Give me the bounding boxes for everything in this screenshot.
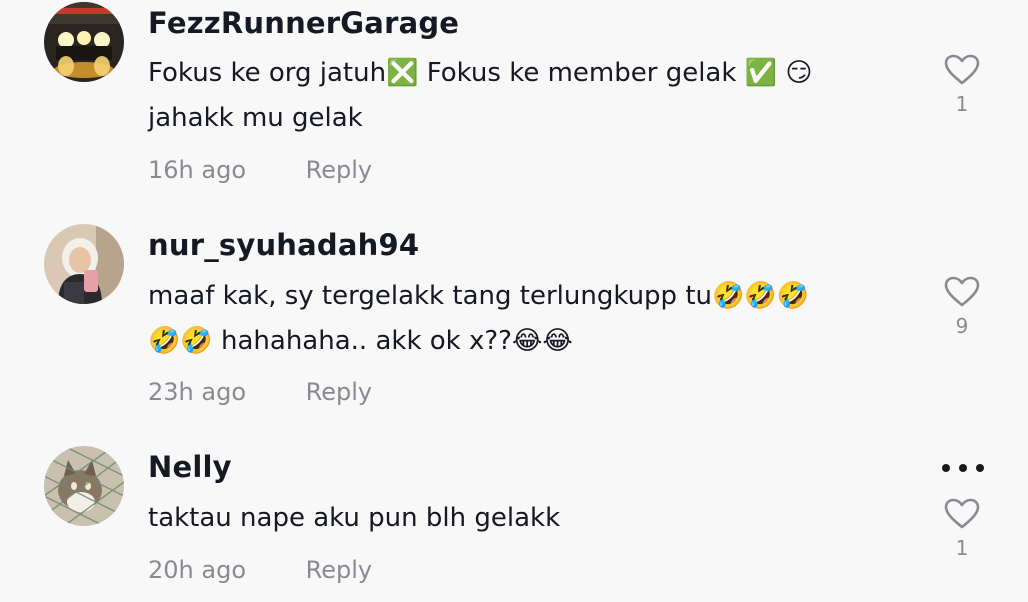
comment-text-line: taktau nape aku pun blh gelakk [148, 503, 561, 533]
reply-button[interactable]: Reply [306, 556, 372, 584]
heart-icon [944, 276, 980, 307]
username[interactable]: nur_syuhadah94 [148, 228, 419, 262]
reply-button[interactable]: Reply [306, 378, 372, 406]
comment-text-line: jahakk mu gelak [148, 103, 363, 133]
woman-hijab-avatar-icon [44, 224, 124, 304]
like-count: 1 [955, 92, 969, 116]
like-count: 1 [955, 536, 969, 560]
comment-text-line: Fokus ke org jatuh❎ Fokus ke member gela… [148, 58, 813, 88]
like-button[interactable]: 9 [938, 276, 986, 338]
avatar[interactable] [44, 224, 124, 304]
comment-text: taktau nape aku pun blh gelakk [148, 496, 883, 541]
more-options-button[interactable] [940, 460, 986, 476]
more-dots-icon [942, 464, 984, 472]
comment-text: maaf kak, sy tergelakk tang terlungkupp … [148, 274, 883, 364]
cat-avatar-icon [44, 446, 124, 526]
heart-icon [944, 54, 980, 85]
comment-text-line: 🤣🤣 hahahaha.. akk ok x??😂😂 [148, 326, 573, 356]
comment-meta: 16h ago Reply [148, 156, 372, 184]
comment-text-line: maaf kak, sy tergelakk tang terlungkupp … [148, 281, 810, 311]
like-count: 9 [955, 314, 969, 338]
timestamp: 23h ago [148, 378, 247, 406]
comment-meta: 23h ago Reply [148, 378, 372, 406]
username[interactable]: FezzRunnerGarage [148, 6, 459, 40]
timestamp: 20h ago [148, 556, 247, 584]
garage-lights-avatar-icon [44, 2, 124, 82]
heart-icon [944, 498, 980, 529]
like-button[interactable]: 1 [938, 498, 986, 560]
avatar[interactable] [44, 446, 124, 526]
reply-button[interactable]: Reply [306, 156, 372, 184]
comment-meta: 20h ago Reply [148, 556, 372, 584]
comment-text: Fokus ke org jatuh❎ Fokus ke member gela… [148, 51, 883, 141]
like-button[interactable]: 1 [938, 54, 986, 116]
timestamp: 16h ago [148, 156, 247, 184]
avatar[interactable] [44, 2, 124, 82]
username[interactable]: Nelly [148, 450, 232, 484]
